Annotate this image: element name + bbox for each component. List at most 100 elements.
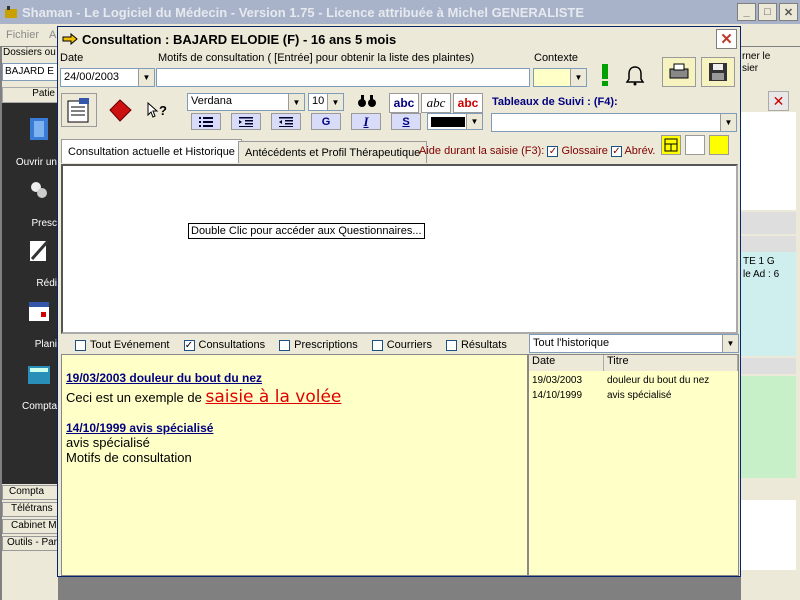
book-icon [109,99,132,122]
note-entry-2-line2: Motifs de consultation [66,450,192,465]
table-row[interactable]: 14/10/1999 avis spécialisé [529,390,738,401]
italic-button[interactable]: I [351,113,381,130]
right-white-area-2 [741,500,796,570]
chevron-down-icon[interactable]: ▼ [288,94,304,110]
note-entry-1-heading: 19/03/2003 douleur du bout du nez [66,371,263,385]
chevron-down-icon[interactable]: ▼ [327,94,343,110]
chevron-down-icon[interactable]: ▼ [722,335,738,352]
contexte-label: Contexte [534,52,579,64]
checkbox[interactable] [371,339,383,351]
note-entry-2-heading: 14/10/1999 avis spécialisé [66,421,214,435]
style-red-button[interactable]: abc [453,93,483,113]
tableaux-select[interactable]: ▼ [491,113,737,132]
style-normal-button[interactable]: abc [389,93,419,113]
nav-planning[interactable]: Plani [2,296,58,350]
history-header: Date Titre [529,355,738,371]
checkbox[interactable] [75,339,86,351]
find-button[interactable] [353,91,381,111]
bell-button[interactable] [621,61,649,89]
col-date-header[interactable]: Date [529,355,604,371]
right-grey-bar-2 [741,236,796,252]
maximize-button[interactable]: □ [758,3,777,21]
nav-rediger[interactable]: Rédi [2,235,58,289]
bullet-list-button[interactable] [191,113,221,130]
outdent-button[interactable] [271,113,301,130]
motifs-input[interactable] [156,68,530,87]
date-field[interactable]: 24/00/2003 ▼ [60,68,155,87]
checkbox[interactable] [445,339,457,351]
layout-white-button[interactable] [685,135,705,155]
patient-field[interactable]: BAJARD E [2,63,58,81]
date-label: Date [60,52,84,64]
left-tab-teletrans[interactable]: Télétrans [2,502,58,517]
filter-consultations[interactable]: ✓ Consultations [183,339,265,351]
chevron-down-icon[interactable]: ▼ [570,69,586,86]
style-italic-button[interactable]: abc [421,93,451,113]
contexte-select[interactable]: ▼ [533,68,587,87]
list-icon [199,116,213,127]
left-tab-cabinet[interactable]: Cabinet M [2,519,58,534]
left-tab-compta[interactable]: Compta [2,485,58,500]
tooltip: Double Clic pour accéder aux Questionnai… [188,223,425,239]
left-tab-outils[interactable]: Outils - Par [2,536,58,551]
glossaire-checkbox[interactable]: ✓ [611,145,622,157]
consultation-editor[interactable]: Double Clic pour accéder aux Questionnai… [61,164,738,334]
nav-prescription[interactable]: Presc [2,175,58,229]
right-close-icon[interactable]: ✕ [768,91,789,111]
col-title-header[interactable]: Titre [604,355,738,371]
print-button[interactable] [662,57,696,87]
font-size-select[interactable]: 10 ▼ [308,93,344,111]
menu-fichier[interactable]: Fichier [6,29,39,41]
nav-compta-label: Compta [21,401,57,412]
nav-ouvrir[interactable]: Ouvrir un [2,112,58,168]
underline-button[interactable]: S [391,113,421,130]
checkbox[interactable] [279,339,291,351]
indent-button[interactable] [231,113,261,130]
calendar-icon [29,302,49,321]
aide-checkbox[interactable]: ✓ [547,145,559,157]
table-row[interactable]: 19/03/2003 douleur du bout du nez [529,375,738,386]
dictionary-button[interactable] [102,93,138,127]
color-picker[interactable]: ▼ [427,113,483,130]
history-filter-select[interactable]: Tout l'historique ▼ [529,334,739,353]
nav-compta[interactable]: Compta [2,360,58,412]
filter-courriers[interactable]: Courriers [371,339,432,351]
dialog-title-bar: Consultation : BAJARD ELODIE (F) - 16 an… [58,27,740,51]
left-tab-patient[interactable]: Patie [2,87,58,103]
floppy-disk-icon [709,63,727,81]
dialog-title: Consultation : BAJARD ELODIE (F) - 16 an… [82,31,397,47]
help-button[interactable]: ? [144,97,170,123]
printer-icon [669,63,689,79]
font-name-select[interactable]: Verdana ▼ [187,93,305,111]
alert-button[interactable] [591,61,619,89]
history-notes[interactable]: 19/03/2003 douleur du bout du nez Ceci e… [61,354,528,576]
filter-tout-evenement[interactable]: Tout Evénement [75,339,170,351]
binoculars-icon [358,95,376,107]
menu-a[interactable]: A [49,29,56,41]
history-list: Date Titre 19/03/2003 douleur du bout du… [528,354,739,576]
checkbox[interactable]: ✓ [183,339,195,351]
layout-yellow-button[interactable] [709,135,729,155]
bold-button[interactable]: G [311,113,341,130]
save-button[interactable] [701,57,735,87]
calculator-icon [28,366,50,384]
minimize-button[interactable]: _ [737,3,756,21]
row-date: 19/03/2003 [532,375,583,386]
layout-split-button[interactable] [661,135,681,155]
document-button[interactable] [61,93,97,127]
dialog-close-button[interactable]: ✕ [716,29,737,49]
chevron-down-icon[interactable]: ▼ [466,114,482,129]
chevron-down-icon[interactable]: ▼ [138,69,154,86]
main-title-bar: Shaman - Le Logiciel du Médecin - Versio… [0,0,800,24]
filter-resultats[interactable]: Résultats [445,339,507,351]
right-info-box: TE 1 G le Ad : 6 [741,252,796,356]
bell-icon [625,66,645,86]
tab-consultation[interactable]: Consultation actuelle et Historique [61,139,242,163]
folder-icon [30,118,48,140]
filter-prescriptions[interactable]: Prescriptions [279,339,358,351]
tab-antecedents[interactable]: Antécédents et Profil Thérapeutique [238,141,428,163]
chevron-down-icon[interactable]: ▼ [720,114,736,131]
close-button[interactable]: ✕ [779,3,798,21]
tableaux-label: Tableaux de Suivi : (F4): [492,96,618,108]
right-cyan-line2: le Ad : 6 [743,269,780,280]
